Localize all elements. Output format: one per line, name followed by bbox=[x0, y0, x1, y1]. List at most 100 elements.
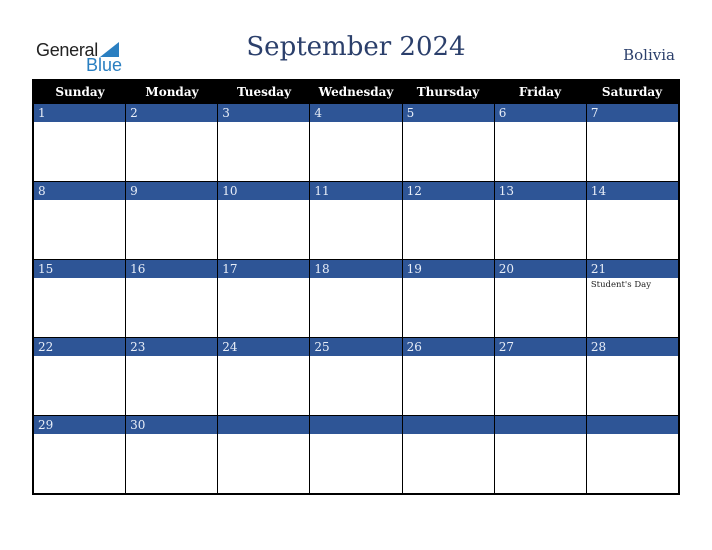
day-cell[interactable]: 24 bbox=[217, 338, 310, 415]
day-cell[interactable]: 29 bbox=[34, 416, 126, 493]
weekday-label: Thursday bbox=[416, 85, 480, 99]
day-body bbox=[402, 434, 494, 493]
day-cell[interactable]: 9 bbox=[125, 182, 218, 259]
day-number: 4 bbox=[310, 104, 402, 122]
day-number: 24 bbox=[218, 338, 310, 356]
day-cell[interactable]: 28 bbox=[585, 338, 678, 415]
day-cell[interactable]: 26 bbox=[401, 338, 494, 415]
day-cell[interactable] bbox=[309, 416, 402, 493]
day-number bbox=[218, 416, 310, 434]
day-body bbox=[218, 356, 310, 415]
day-cell[interactable]: 12 bbox=[401, 182, 494, 259]
weekday-label: Friday bbox=[518, 85, 562, 99]
day-body bbox=[310, 278, 402, 337]
day-body bbox=[34, 356, 126, 415]
day-number: 8 bbox=[34, 182, 126, 200]
day-number: 1 bbox=[34, 104, 126, 122]
day-cell[interactable]: 30 bbox=[125, 416, 218, 493]
day-cell[interactable]: 20 bbox=[493, 260, 586, 337]
day-number: 3 bbox=[218, 104, 310, 122]
day-body bbox=[402, 122, 494, 181]
day-number: 15 bbox=[34, 260, 126, 278]
day-cell[interactable]: 6 bbox=[493, 104, 586, 181]
day-cell[interactable]: 25 bbox=[309, 338, 402, 415]
day-body bbox=[586, 200, 678, 259]
day-number bbox=[402, 416, 494, 434]
day-body bbox=[586, 356, 678, 415]
day-cell[interactable] bbox=[493, 416, 586, 493]
day-number: 5 bbox=[402, 104, 494, 122]
day-body bbox=[494, 356, 586, 415]
day-number: 25 bbox=[310, 338, 402, 356]
day-body bbox=[310, 356, 402, 415]
day-cell[interactable]: 15 bbox=[34, 260, 126, 337]
page-title: September 2024 bbox=[246, 32, 466, 62]
day-cell[interactable] bbox=[585, 416, 678, 493]
day-body bbox=[126, 122, 218, 181]
day-body bbox=[218, 122, 310, 181]
day-body bbox=[126, 278, 218, 337]
day-cell[interactable]: 7 bbox=[585, 104, 678, 181]
day-number: 14 bbox=[586, 182, 678, 200]
day-number: 6 bbox=[494, 104, 586, 122]
country-label: Bolivia bbox=[623, 46, 675, 64]
day-cell[interactable]: 23 bbox=[125, 338, 218, 415]
week-row: 15 16 17 18 19 20 21 Student's Day bbox=[34, 259, 678, 337]
weekday-header: Sunday Monday Tuesday Wednesday Thursday… bbox=[34, 81, 678, 104]
day-cell[interactable]: 18 bbox=[309, 260, 402, 337]
day-cell[interactable]: 19 bbox=[401, 260, 494, 337]
day-number: 16 bbox=[126, 260, 218, 278]
day-cell[interactable]: 14 bbox=[585, 182, 678, 259]
day-body bbox=[494, 434, 586, 493]
weeks-container: 1 2 3 4 5 6 7 8 9 10 11 12 13 14 15 16 17 18 19 20 21 Student… bbox=[34, 104, 678, 493]
week-row: 29 30 bbox=[34, 415, 678, 493]
day-cell[interactable]: 22 bbox=[34, 338, 126, 415]
day-cell[interactable]: 2 bbox=[125, 104, 218, 181]
day-cell[interactable]: 1 bbox=[34, 104, 126, 181]
day-number: 11 bbox=[310, 182, 402, 200]
day-cell[interactable]: 17 bbox=[217, 260, 310, 337]
day-number: 10 bbox=[218, 182, 310, 200]
day-body bbox=[494, 122, 586, 181]
day-body bbox=[586, 434, 678, 493]
day-number bbox=[586, 416, 678, 434]
day-body bbox=[310, 200, 402, 259]
day-number bbox=[310, 416, 402, 434]
day-cell[interactable]: 5 bbox=[401, 104, 494, 181]
day-number: 30 bbox=[126, 416, 218, 434]
week-row: 8 9 10 11 12 13 14 bbox=[34, 181, 678, 259]
day-number: 23 bbox=[126, 338, 218, 356]
day-number: 29 bbox=[34, 416, 126, 434]
day-body bbox=[34, 434, 126, 493]
day-cell[interactable]: 4 bbox=[309, 104, 402, 181]
day-body bbox=[34, 122, 126, 181]
day-cell[interactable]: 16 bbox=[125, 260, 218, 337]
day-cell[interactable]: 21 Student's Day bbox=[585, 260, 678, 337]
day-body bbox=[310, 434, 402, 493]
day-body bbox=[402, 356, 494, 415]
day-number: 22 bbox=[34, 338, 126, 356]
day-body bbox=[34, 200, 126, 259]
calendar-grid: Sunday Monday Tuesday Wednesday Thursday… bbox=[32, 79, 680, 495]
day-cell[interactable]: 10 bbox=[217, 182, 310, 259]
day-cell[interactable]: 3 bbox=[217, 104, 310, 181]
day-number: 20 bbox=[494, 260, 586, 278]
day-number: 19 bbox=[402, 260, 494, 278]
day-cell[interactable] bbox=[401, 416, 494, 493]
weekday-label: Tuesday bbox=[236, 85, 292, 99]
day-cell[interactable]: 27 bbox=[493, 338, 586, 415]
day-body bbox=[218, 278, 310, 337]
day-cell[interactable]: 8 bbox=[34, 182, 126, 259]
day-number: 28 bbox=[586, 338, 678, 356]
day-number: 7 bbox=[586, 104, 678, 122]
day-cell[interactable]: 13 bbox=[493, 182, 586, 259]
holiday-label: Student's Day bbox=[590, 280, 652, 290]
day-cell[interactable] bbox=[217, 416, 310, 493]
day-body bbox=[494, 278, 586, 337]
weekday-label: Saturday bbox=[601, 85, 663, 99]
day-number: 12 bbox=[402, 182, 494, 200]
week-row: 1234567 bbox=[34, 104, 678, 181]
day-cell[interactable]: 11 bbox=[309, 182, 402, 259]
day-number: 2 bbox=[126, 104, 218, 122]
weekday-label: Sunday bbox=[55, 85, 105, 99]
